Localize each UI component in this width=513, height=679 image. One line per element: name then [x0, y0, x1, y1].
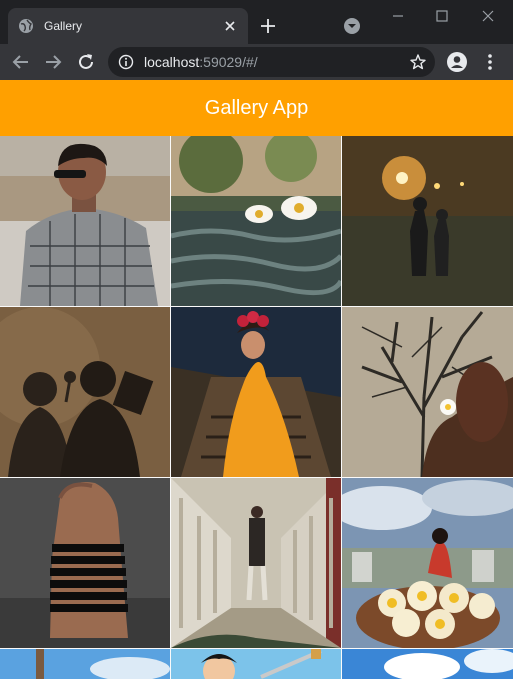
gallery-photo-white-flowers[interactable]	[171, 136, 341, 306]
tab-gallery[interactable]: Gallery	[8, 8, 248, 44]
star-icon[interactable]	[409, 53, 427, 71]
address-bar[interactable]: localhost:59029/#/	[108, 47, 435, 77]
gallery-photo-sky-post[interactable]	[0, 649, 170, 679]
gallery-photo-wall-shadows[interactable]	[0, 307, 170, 477]
globe-icon	[18, 18, 34, 34]
gallery-photo-night-couple[interactable]	[342, 136, 513, 306]
chevron-down-icon[interactable]	[342, 16, 362, 36]
gallery-photo-rooftop-frangipani[interactable]	[342, 478, 513, 648]
gallery-photo-man-sunglasses[interactable]	[0, 136, 170, 306]
window-close-icon[interactable]	[478, 6, 498, 26]
gallery-photo-flower-tree[interactable]	[342, 307, 513, 477]
url-path: :59029/#/	[199, 54, 258, 70]
url-text: localhost:59029/#/	[144, 54, 258, 70]
gallery-photo-bracelets-hand[interactable]	[0, 478, 170, 648]
gallery-photo-yellow-saree-boat[interactable]	[171, 307, 341, 477]
browser-toolbar: localhost:59029/#/	[0, 44, 513, 80]
info-icon[interactable]	[118, 54, 134, 70]
close-icon[interactable]	[222, 18, 238, 34]
browser-window: Gallery localhost:59029/#/ Gallery App	[0, 0, 513, 679]
maximize-icon[interactable]	[432, 6, 452, 26]
tab-title: Gallery	[44, 19, 83, 33]
account-icon[interactable]	[446, 51, 468, 73]
gallery-grid	[0, 136, 513, 679]
reload-icon[interactable]	[75, 51, 97, 73]
app-header: Gallery App	[0, 80, 513, 136]
arrow-right-icon[interactable]	[42, 51, 64, 73]
url-host: localhost	[144, 54, 200, 70]
gallery-photo-corridor[interactable]	[171, 478, 341, 648]
plus-icon[interactable]	[258, 16, 278, 36]
gallery-photo-cartoon-sword[interactable]	[171, 649, 341, 679]
minimize-icon[interactable]	[388, 6, 408, 26]
gallery-photo-blue-sky-clouds[interactable]	[342, 649, 513, 679]
app-title: Gallery App	[204, 96, 309, 119]
kebab-menu-icon[interactable]	[480, 51, 500, 73]
tab-strip: Gallery	[0, 0, 513, 44]
arrow-left-icon[interactable]	[10, 51, 32, 73]
